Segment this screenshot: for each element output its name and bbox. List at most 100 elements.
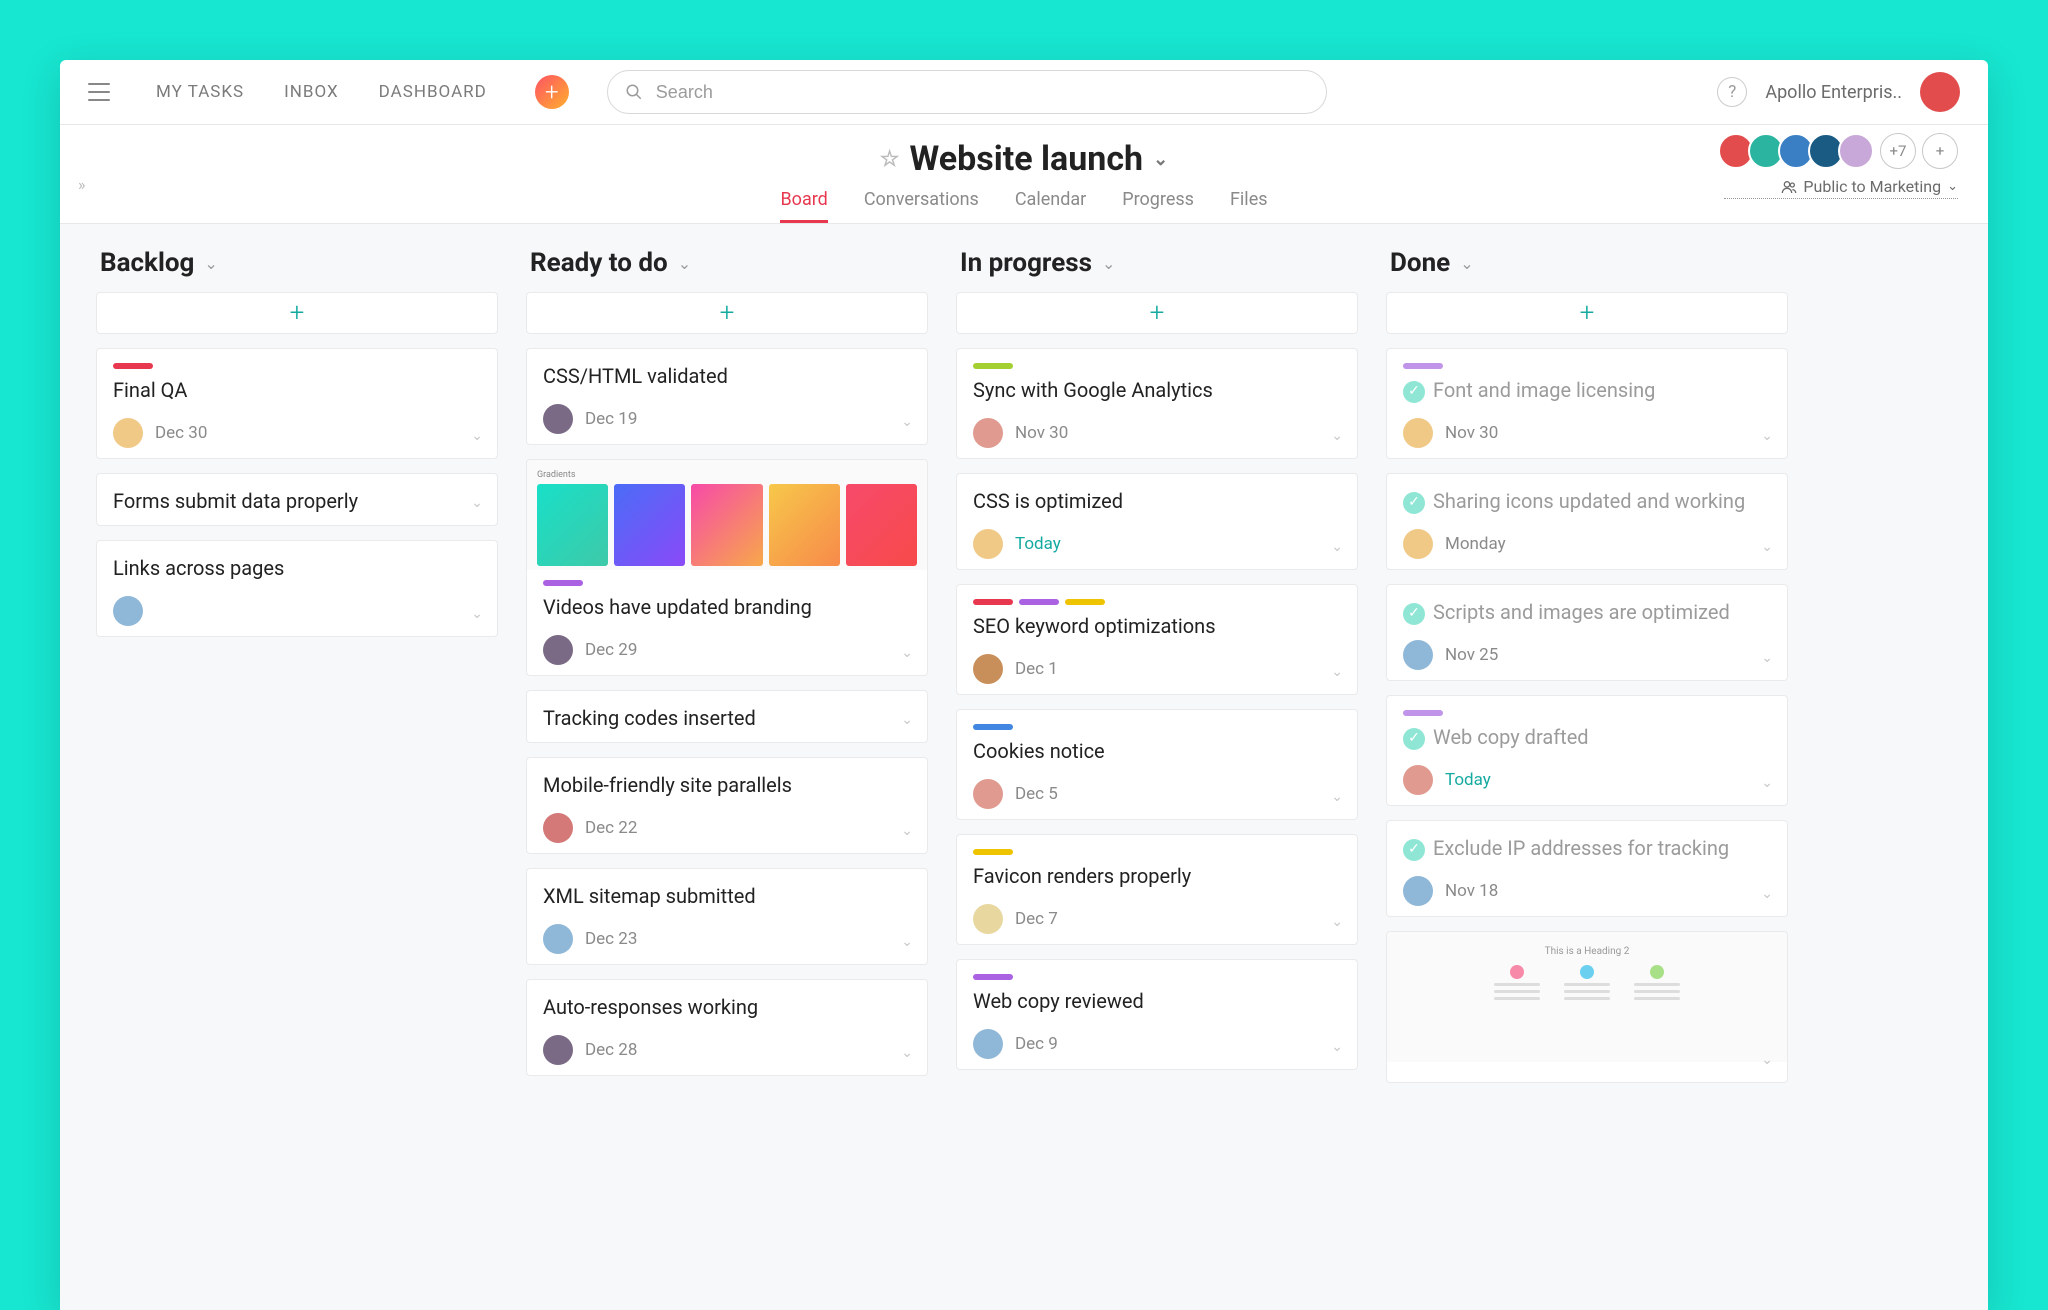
task-card[interactable]: Auto-responses workingDec 28⌄ (526, 979, 928, 1076)
chevron-down-icon[interactable]: ⌄ (471, 428, 483, 444)
chevron-down-icon[interactable]: ⌄ (1761, 650, 1773, 666)
chevron-down-icon[interactable]: ⌄ (1331, 1039, 1343, 1055)
menu-icon[interactable] (88, 83, 110, 101)
task-card[interactable]: Forms submit data properly⌄ (96, 473, 498, 526)
chevron-down-icon[interactable]: ⌄ (471, 606, 483, 622)
profile-avatar[interactable] (1920, 72, 1960, 112)
tab-board[interactable]: Board (780, 189, 827, 223)
search-input[interactable] (607, 70, 1327, 114)
global-add-button[interactable]: + (535, 75, 569, 109)
assignee-avatar[interactable] (113, 418, 143, 448)
task-card[interactable]: Web copy reviewedDec 9⌄ (956, 959, 1358, 1070)
nav-dashboard[interactable]: DASHBOARD (379, 82, 487, 102)
tab-calendar[interactable]: Calendar (1015, 189, 1086, 223)
task-card[interactable]: Favicon renders properlyDec 7⌄ (956, 834, 1358, 945)
assignee-avatar[interactable] (1403, 418, 1433, 448)
chevron-down-icon[interactable]: ⌄ (1102, 254, 1115, 273)
chevron-down-icon[interactable]: ⌄ (901, 1045, 913, 1061)
column-header[interactable]: Backlog ⌄ (96, 242, 498, 292)
chevron-down-icon[interactable]: ⌄ (204, 254, 217, 273)
task-card[interactable]: Mobile-friendly site parallelsDec 22⌄ (526, 757, 928, 854)
tab-conversations[interactable]: Conversations (864, 189, 979, 223)
check-icon: ✓ (1403, 492, 1425, 514)
chevron-down-icon[interactable]: ⌄ (1761, 1052, 1773, 1068)
assignee-avatar[interactable] (543, 404, 573, 434)
assignee-avatar[interactable] (973, 904, 1003, 934)
chevron-down-icon[interactable]: ⌄ (901, 645, 913, 661)
chevron-down-icon[interactable]: ⌄ (1761, 539, 1773, 555)
member-avatar[interactable] (1838, 133, 1874, 169)
card-footer: Dec 28 (543, 1035, 911, 1065)
task-card[interactable]: ✓Sharing icons updated and workingMonday… (1386, 473, 1788, 570)
tab-progress[interactable]: Progress (1122, 189, 1194, 223)
task-card[interactable]: Gradients Videos have updated brandingDe… (526, 459, 928, 676)
assignee-avatar[interactable] (1403, 876, 1433, 906)
assignee-avatar[interactable] (543, 813, 573, 843)
task-card[interactable]: CSS is optimizedToday⌄ (956, 473, 1358, 570)
task-card[interactable]: ✓Font and image licensingNov 30⌄ (1386, 348, 1788, 459)
task-card[interactable]: Links across pages⌄ (96, 540, 498, 637)
task-card[interactable]: Tracking codes inserted⌄ (526, 690, 928, 743)
chevron-down-icon[interactable]: ⌄ (1761, 775, 1773, 791)
assignee-avatar[interactable] (543, 924, 573, 954)
assignee-avatar[interactable] (1403, 765, 1433, 795)
chevron-down-icon[interactable]: ⌄ (901, 414, 913, 430)
card-title: Mobile-friendly site parallels (543, 772, 911, 799)
chevron-down-icon[interactable]: ⌄ (1153, 149, 1168, 170)
chevron-down-icon[interactable]: ⌄ (901, 823, 913, 839)
more-members-button[interactable]: +7 (1880, 133, 1916, 169)
assignee-avatar[interactable] (973, 1029, 1003, 1059)
assignee-avatar[interactable] (113, 596, 143, 626)
project-title[interactable]: Website launch (910, 139, 1144, 179)
chevron-down-icon[interactable]: ⌄ (678, 254, 691, 273)
task-card[interactable]: SEO keyword optimizationsDec 1⌄ (956, 584, 1358, 695)
nav-inbox[interactable]: INBOX (284, 82, 339, 102)
chevron-down-icon[interactable]: ⌄ (1331, 428, 1343, 444)
assignee-avatar[interactable] (973, 654, 1003, 684)
expand-sidebar-icon[interactable]: » (78, 175, 86, 194)
add-card-button[interactable]: + (956, 292, 1358, 334)
card-footer: Dec 5 (973, 779, 1341, 809)
task-card[interactable]: ✓Web copy draftedToday⌄ (1386, 695, 1788, 806)
assignee-avatar[interactable] (543, 1035, 573, 1065)
assignee-avatar[interactable] (1403, 529, 1433, 559)
task-card[interactable]: Sync with Google AnalyticsNov 30⌄ (956, 348, 1358, 459)
column-header[interactable]: Done ⌄ (1386, 242, 1788, 292)
task-card[interactable]: Cookies noticeDec 5⌄ (956, 709, 1358, 820)
chevron-down-icon[interactable]: ⌄ (471, 495, 483, 511)
add-card-button[interactable]: + (96, 292, 498, 334)
task-card[interactable]: CSS/HTML validatedDec 19⌄ (526, 348, 928, 445)
column-header[interactable]: In progress ⌄ (956, 242, 1358, 292)
chevron-down-icon[interactable]: ⌄ (1331, 914, 1343, 930)
chevron-down-icon[interactable]: ⌄ (1761, 886, 1773, 902)
add-card-button[interactable]: + (526, 292, 928, 334)
task-card[interactable]: Final QADec 30⌄ (96, 348, 498, 459)
add-member-button[interactable]: + (1922, 133, 1958, 169)
chevron-down-icon[interactable]: ⌄ (901, 712, 913, 728)
assignee-avatar[interactable] (543, 635, 573, 665)
assignee-avatar[interactable] (973, 418, 1003, 448)
assignee-avatar[interactable] (973, 779, 1003, 809)
chevron-down-icon[interactable]: ⌄ (1331, 539, 1343, 555)
help-button[interactable]: ? (1717, 77, 1747, 107)
column-header[interactable]: Ready to do ⌄ (526, 242, 928, 292)
chevron-down-icon[interactable]: ⌄ (1460, 254, 1473, 273)
assignee-avatar[interactable] (1403, 640, 1433, 670)
chevron-down-icon[interactable]: ⌄ (1331, 664, 1343, 680)
column-title: Ready to do (530, 248, 668, 278)
task-card[interactable]: XML sitemap submittedDec 23⌄ (526, 868, 928, 965)
org-name[interactable]: Apollo Enterpris.. (1765, 82, 1902, 103)
nav-my-tasks[interactable]: MY TASKS (156, 82, 244, 102)
project-visibility[interactable]: Public to Marketing ⌄ (1724, 177, 1958, 199)
assignee-avatar[interactable] (973, 529, 1003, 559)
add-card-button[interactable]: + (1386, 292, 1788, 334)
chevron-down-icon[interactable]: ⌄ (1761, 428, 1773, 444)
chevron-down-icon[interactable]: ⌄ (1331, 789, 1343, 805)
chevron-down-icon[interactable]: ⌄ (901, 934, 913, 950)
star-icon[interactable]: ☆ (880, 147, 900, 172)
tag-row (1403, 363, 1771, 369)
task-card[interactable]: This is a Heading 2 ⌄ (1386, 931, 1788, 1083)
tab-files[interactable]: Files (1230, 189, 1268, 223)
task-card[interactable]: ✓Scripts and images are optimizedNov 25⌄ (1386, 584, 1788, 681)
task-card[interactable]: ✓Exclude IP addresses for trackingNov 18… (1386, 820, 1788, 917)
